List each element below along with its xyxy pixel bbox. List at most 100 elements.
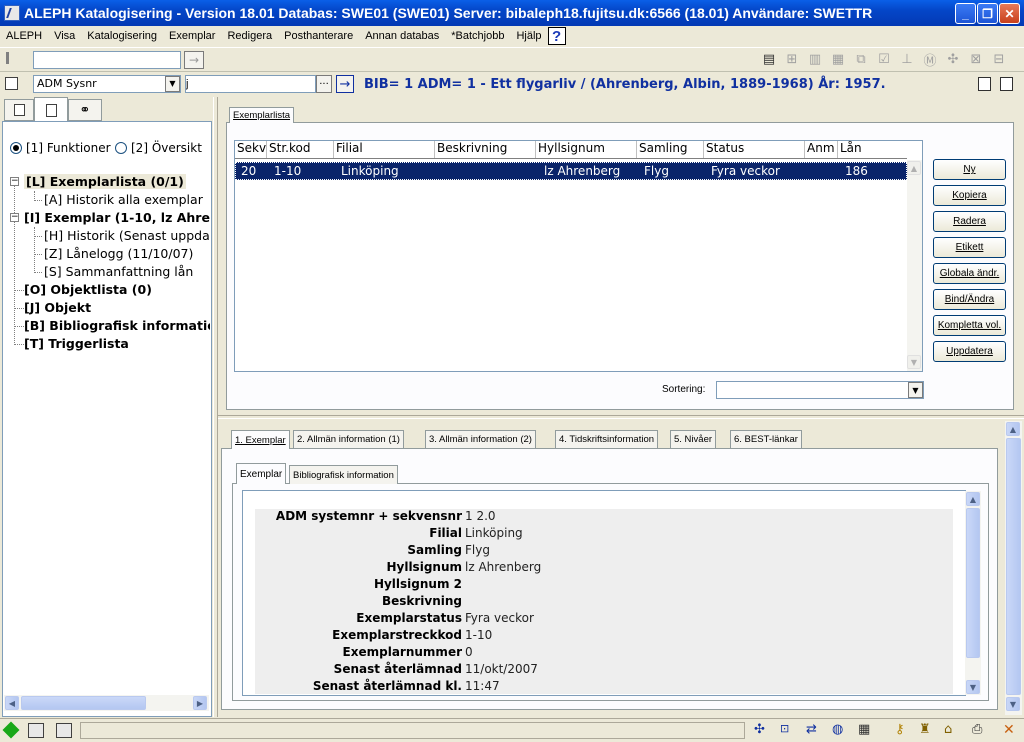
- tab-exemplarlista[interactable]: Exemplarlista: [229, 107, 295, 123]
- collapse-icon[interactable]: −: [10, 177, 19, 186]
- minimize-button[interactable]: _: [955, 3, 976, 24]
- tree-icon[interactable]: ⊞: [783, 51, 801, 67]
- tab-tidskriftsinformation[interactable]: 4. Tidskriftsinformation: [555, 430, 659, 448]
- fields-scroll-up-icon[interactable]: ▲: [966, 492, 980, 506]
- col-samling[interactable]: Samling: [637, 141, 704, 158]
- ny-button[interactable]: Ny: [933, 159, 1006, 180]
- detail-outer-scrollbar[interactable]: ▲ ▼: [1005, 421, 1022, 715]
- menu-katalogisering[interactable]: Katalogisering: [81, 30, 163, 42]
- radio-overview[interactable]: [2] Översikt: [115, 141, 202, 155]
- menu-hjalp[interactable]: Hjälp: [510, 30, 547, 42]
- menu-redigera[interactable]: Redigera: [221, 30, 278, 42]
- collapse-icon[interactable]: −: [10, 213, 19, 222]
- link-icon[interactable]: ⇄: [806, 722, 817, 737]
- clipboard-icon[interactable]: [5, 77, 18, 90]
- subtab-exemplar[interactable]: Exemplar: [236, 463, 287, 484]
- help-icon[interactable]: ?: [547, 27, 566, 45]
- uppdatera-button[interactable]: Uppdatera: [933, 341, 1006, 362]
- tab-allman-information-2[interactable]: 3. Allmän information (2): [425, 430, 536, 448]
- scroll-right-icon[interactable]: ▶: [193, 696, 207, 710]
- tab-best-lankar[interactable]: 6. BEST-länkar: [730, 430, 802, 448]
- document-icon[interactable]: ▦: [829, 51, 847, 67]
- kompletta-vol-button[interactable]: Kompletta vol.: [933, 315, 1006, 336]
- col-status[interactable]: Status: [704, 141, 805, 158]
- menu-visa[interactable]: Visa: [48, 30, 81, 42]
- outer-scroll-thumb[interactable]: [1006, 438, 1021, 695]
- close-record-icon[interactable]: [978, 77, 991, 91]
- tree-item-historik[interactable]: [H] Historik (Senast uppdaterad): [44, 228, 210, 243]
- tree-item-objektlista[interactable]: [O] Objektlista (0): [24, 282, 152, 297]
- col-anm[interactable]: Anm: [805, 141, 838, 158]
- col-beskrivning[interactable]: Beskrivning: [435, 141, 536, 158]
- left-tab-search[interactable]: ⚭: [68, 99, 102, 121]
- col-filial[interactable]: Filial: [334, 141, 435, 158]
- tab-allman-information-1[interactable]: 2. Allmän information (1): [293, 430, 404, 448]
- split-icon[interactable]: ⊥: [898, 51, 916, 67]
- radio-functions[interactable]: [1] Funktioner: [10, 141, 111, 155]
- book-icon[interactable]: ▥: [806, 51, 824, 67]
- outer-scroll-up-icon[interactable]: ▲: [1006, 422, 1020, 436]
- query-input[interactable]: [185, 75, 316, 93]
- search-input[interactable]: [33, 51, 181, 69]
- scroll-left-icon[interactable]: ◀: [5, 696, 19, 710]
- fields-scroll-thumb[interactable]: [966, 508, 980, 658]
- remove-icon[interactable]: ⊟: [990, 51, 1008, 67]
- delete-icon[interactable]: ⊠: [967, 51, 985, 67]
- table-row[interactable]: 20 1-10 Linköping lz Ahrenberg Flyg Fyra…: [235, 162, 907, 180]
- printer-icon[interactable]: ⎙: [972, 722, 982, 737]
- library-icon[interactable]: ⌂: [944, 722, 952, 737]
- go-arrow-icon[interactable]: →: [336, 75, 354, 93]
- tree-item-exemplarlista[interactable]: [L] Exemplarlista (0/1): [24, 174, 186, 189]
- tab-exemplar[interactable]: 1. Exemplar: [231, 430, 290, 449]
- tree-item-lanelogg[interactable]: [Z] Lånelogg (11/10/07): [44, 246, 193, 261]
- grid-vertical-scrollbar[interactable]: ▲ ▼: [907, 160, 922, 371]
- copy-icon[interactable]: ⧉: [852, 51, 870, 67]
- left-tab-items[interactable]: [34, 97, 68, 122]
- tree-item-bibliografisk[interactable]: [B] Bibliografisk information: [24, 318, 210, 333]
- globala-andr-button[interactable]: Globala ändr.: [933, 263, 1006, 284]
- menu-batchjobb[interactable]: *Batchjobb: [445, 30, 510, 42]
- scroll-down-icon[interactable]: ▼: [907, 355, 921, 369]
- network-icon[interactable]: ✣: [754, 722, 765, 737]
- sort-chevron-down-icon[interactable]: ▼: [908, 382, 923, 398]
- calculator-icon[interactable]: ▦: [858, 722, 870, 737]
- restore-button[interactable]: ❐: [977, 3, 998, 24]
- tree-item-exemplar[interactable]: [I] Exemplar (1-10, lz Ahrenberg): [24, 210, 210, 225]
- index-select[interactable]: ADM Sysnr ▼: [33, 75, 181, 93]
- menu-annan-databas[interactable]: Annan databas: [359, 30, 445, 42]
- subtab-bibliografisk-information[interactable]: Bibliografisk information: [289, 465, 398, 484]
- radera-button[interactable]: Radera: [933, 211, 1006, 232]
- items-status-icon[interactable]: [56, 723, 72, 738]
- search-go-icon[interactable]: →: [184, 51, 204, 69]
- expand-icon[interactable]: ✣: [944, 51, 962, 67]
- col-sekv[interactable]: Sekv: [235, 141, 267, 158]
- globe-icon[interactable]: ◍: [832, 722, 843, 737]
- sort-select[interactable]: ▼: [716, 381, 924, 399]
- scroll-thumb[interactable]: [21, 696, 146, 710]
- menu-exemplar[interactable]: Exemplar: [163, 30, 221, 42]
- check-icon[interactable]: ☑: [875, 51, 893, 67]
- etikett-button[interactable]: Etikett: [933, 237, 1006, 258]
- fields-vertical-scrollbar[interactable]: ▲ ▼: [965, 491, 981, 695]
- close-button[interactable]: ✕: [999, 3, 1020, 24]
- tab-nivaer[interactable]: 5. Nivåer: [670, 430, 717, 448]
- left-tab-catalog[interactable]: [4, 99, 34, 121]
- outer-scroll-down-icon[interactable]: ▼: [1006, 697, 1020, 711]
- key-icon[interactable]: ⚷: [895, 722, 905, 737]
- col-strkod[interactable]: Str.kod: [267, 141, 334, 158]
- vertical-splitter[interactable]: [213, 97, 218, 717]
- exit-icon[interactable]: ✕: [1003, 722, 1015, 738]
- more-button[interactable]: ···: [316, 75, 332, 93]
- menu-aleph[interactable]: ALEPH: [0, 30, 48, 42]
- tower-icon[interactable]: ♜: [919, 722, 931, 737]
- tree-item-historik-alla[interactable]: [A] Historik alla exemplar: [44, 192, 203, 207]
- marc-status-icon[interactable]: ⊡: [780, 722, 789, 735]
- record-list-icon[interactable]: ▤: [760, 51, 778, 67]
- tree-item-sammanfattning[interactable]: [S] Sammanfattning lån: [44, 264, 193, 279]
- left-horizontal-scrollbar[interactable]: ◀ ▶: [4, 695, 209, 711]
- bind-andra-button[interactable]: Bind/Ändra: [933, 289, 1006, 310]
- kopiera-button[interactable]: Kopiera: [933, 185, 1006, 206]
- menu-posthanterare[interactable]: Posthanterare: [278, 30, 359, 42]
- marc-icon[interactable]: Ⓜ: [921, 51, 939, 69]
- export-record-icon[interactable]: [1000, 77, 1013, 91]
